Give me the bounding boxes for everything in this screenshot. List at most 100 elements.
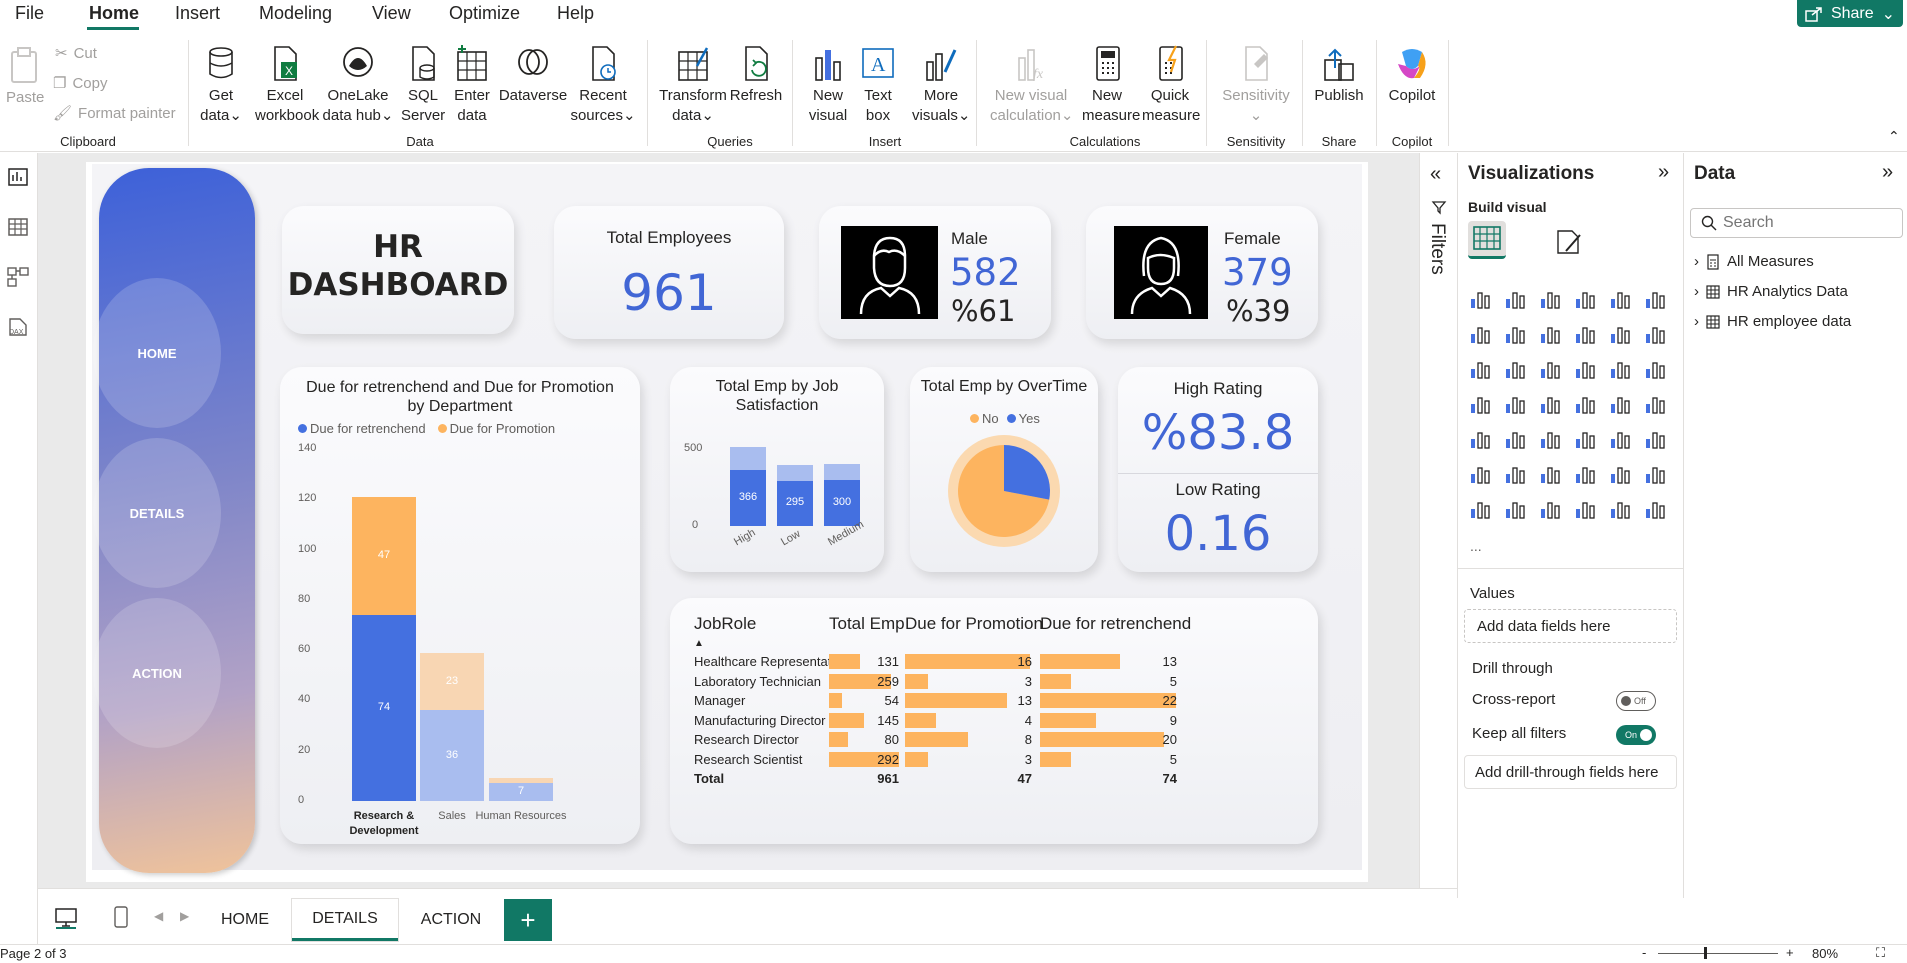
overtime-card[interactable]: Total Emp by OverTime No Yes <box>910 367 1098 572</box>
treemap-icon[interactable] <box>1643 357 1667 381</box>
table-row[interactable]: Research Scientist 292 3 5 <box>694 750 1294 769</box>
cross-report-toggle[interactable]: Off <box>1616 691 1656 711</box>
menu-modeling[interactable]: Modeling <box>259 3 332 24</box>
metrics-icon[interactable] <box>1503 497 1527 521</box>
slicer-icon[interactable] <box>1503 427 1527 451</box>
cut-button[interactable]: ✂ Cut <box>55 44 97 63</box>
table-row[interactable]: Laboratory Technician 259 3 5 <box>694 672 1294 691</box>
collapse-pane-icon[interactable]: » <box>1882 161 1893 184</box>
table-row[interactable]: Research Director 80 8 20 <box>694 730 1294 749</box>
area-chart-icon[interactable] <box>1503 322 1527 346</box>
ribbon-chart-icon[interactable] <box>1573 322 1597 346</box>
table-view-icon[interactable] <box>6 215 30 239</box>
stacked-column-icon[interactable] <box>1503 287 1527 311</box>
decomposition-tree-icon[interactable] <box>1503 462 1527 486</box>
new-visual-button[interactable]: New visual <box>806 44 850 126</box>
build-visual-tab[interactable] <box>1468 221 1506 259</box>
100-column-icon[interactable] <box>1643 287 1667 311</box>
recent-sources-button[interactable]: Recent sources⌄ <box>570 44 636 126</box>
jobrole-table-card[interactable]: JobRole Total Emp Due for Promotion Due for… <box>670 598 1318 844</box>
dax-query-view-icon[interactable]: DAX <box>6 315 30 339</box>
desktop-layout-icon[interactable] <box>54 907 78 929</box>
card-icon[interactable] <box>1608 392 1632 416</box>
zoom-slider-thumb[interactable] <box>1704 947 1707 959</box>
copy-button[interactable]: ❐ Copy <box>53 74 107 93</box>
copilot-button[interactable]: Copilot <box>1382 44 1442 106</box>
sql-server-button[interactable]: SQL Server <box>401 44 445 126</box>
refresh-button[interactable]: Refresh <box>728 44 784 106</box>
quick-measure-button[interactable]: Quick measure <box>1142 44 1200 126</box>
data-item-all-measures[interactable]: › All Measures <box>1694 253 1814 270</box>
kpi-icon[interactable] <box>1468 427 1492 451</box>
next-page-icon[interactable]: ▶ <box>180 909 189 923</box>
enter-data-button[interactable]: Enter data <box>450 44 494 126</box>
menu-optimize[interactable]: Optimize <box>449 3 520 24</box>
funnel-icon[interactable] <box>1503 357 1527 381</box>
r-visual-icon[interactable] <box>1608 427 1632 451</box>
100-bar-icon[interactable] <box>1608 287 1632 311</box>
menu-view[interactable]: View <box>372 3 411 24</box>
menu-file[interactable]: File <box>15 3 44 24</box>
table-row[interactable]: Healthcare Representative 131 16 13 <box>694 652 1294 671</box>
department-chart-card[interactable]: Due for retrenchend and Due for Promotio… <box>280 367 640 844</box>
new-visual-calculation-button[interactable]: fx New visual calculation⌄ <box>990 44 1073 126</box>
azure-map-icon[interactable] <box>1538 392 1562 416</box>
data-item-hr-analytics[interactable]: › HR Analytics Data <box>1694 283 1848 300</box>
paste-button[interactable]: Paste <box>6 46 44 108</box>
more-visuals-button[interactable]: More visuals⌄ <box>912 44 970 126</box>
python-visual-icon[interactable] <box>1643 427 1667 451</box>
zoom-in-icon[interactable]: + <box>1786 945 1794 960</box>
menu-insert[interactable]: Insert <box>175 3 220 24</box>
clustered-column-icon[interactable] <box>1573 287 1597 311</box>
excel-workbook-button[interactable]: X Excel workbook <box>255 44 319 126</box>
get-data-button[interactable]: Get data⌄ <box>196 44 246 126</box>
report-icon[interactable] <box>1468 497 1492 521</box>
collapse-pane-icon[interactable]: » <box>1658 161 1669 184</box>
dataverse-button[interactable]: Dataverse <box>496 44 570 106</box>
menu-home[interactable]: Home <box>89 3 139 24</box>
mobile-layout-icon[interactable] <box>112 905 130 929</box>
multi-row-card-icon[interactable] <box>1643 392 1667 416</box>
clustered-bar-icon[interactable] <box>1538 287 1562 311</box>
format-painter-button[interactable]: 🖌 Format painter <box>53 104 176 123</box>
filled-map-icon[interactable] <box>1503 392 1527 416</box>
trophy-icon[interactable] <box>1643 462 1667 486</box>
onelake-data-hub-button[interactable]: OneLake data hub⌄ <box>320 44 396 126</box>
data-item-hr-employee[interactable]: › HR employee data <box>1694 313 1851 330</box>
sensitivity-button[interactable]: Sensitivity ⌄ <box>1218 44 1294 126</box>
line-column-icon[interactable] <box>1608 322 1632 346</box>
nav-details-button[interactable]: DETAILS <box>93 438 221 588</box>
tab-details[interactable]: DETAILS <box>292 899 398 941</box>
data-search-box[interactable] <box>1690 208 1903 238</box>
values-drop-zone[interactable]: Add data fields here <box>1464 609 1677 643</box>
table-icon[interactable] <box>1538 427 1562 451</box>
stacked-area-icon[interactable] <box>1538 322 1562 346</box>
chevron-icon[interactable] <box>1643 497 1667 521</box>
scatter-icon[interactable] <box>1538 357 1562 381</box>
zoom-out-icon[interactable]: - <box>1642 945 1646 960</box>
previous-page-icon[interactable]: ◀ <box>154 909 163 923</box>
nav-action-button[interactable]: ACTION <box>93 598 221 748</box>
publish-button[interactable]: Publish <box>1310 44 1368 106</box>
zoom-slider-track[interactable] <box>1658 953 1778 954</box>
line-chart-icon[interactable] <box>1468 322 1492 346</box>
transform-data-button[interactable]: Transform data⌄ <box>657 44 729 126</box>
filters-label[interactable]: Filters <box>1426 223 1448 275</box>
tab-home[interactable]: HOME <box>201 899 289 941</box>
narrative-icon[interactable] <box>1573 462 1597 486</box>
model-view-icon[interactable] <box>6 265 30 289</box>
matrix-icon[interactable] <box>1573 427 1597 451</box>
text-box-button[interactable]: A Text box <box>858 44 898 126</box>
tab-action[interactable]: ACTION <box>401 899 501 941</box>
more-visuals-ellipsis[interactable]: ... <box>1470 538 1482 554</box>
pie-icon[interactable] <box>1573 357 1597 381</box>
key-influencers-icon[interactable] <box>1468 462 1492 486</box>
diamond-icon[interactable] <box>1608 497 1632 521</box>
expand-filters-icon[interactable]: « <box>1430 163 1441 186</box>
table-row[interactable]: Manufacturing Director 145 4 9 <box>694 711 1294 730</box>
map-icon[interactable] <box>1468 392 1492 416</box>
format-visual-icon[interactable] <box>1554 227 1584 257</box>
line-stacked-column-icon[interactable] <box>1643 322 1667 346</box>
waterfall-icon[interactable] <box>1468 357 1492 381</box>
fit-to-page-icon[interactable]: ⛶ <box>1876 945 1885 961</box>
